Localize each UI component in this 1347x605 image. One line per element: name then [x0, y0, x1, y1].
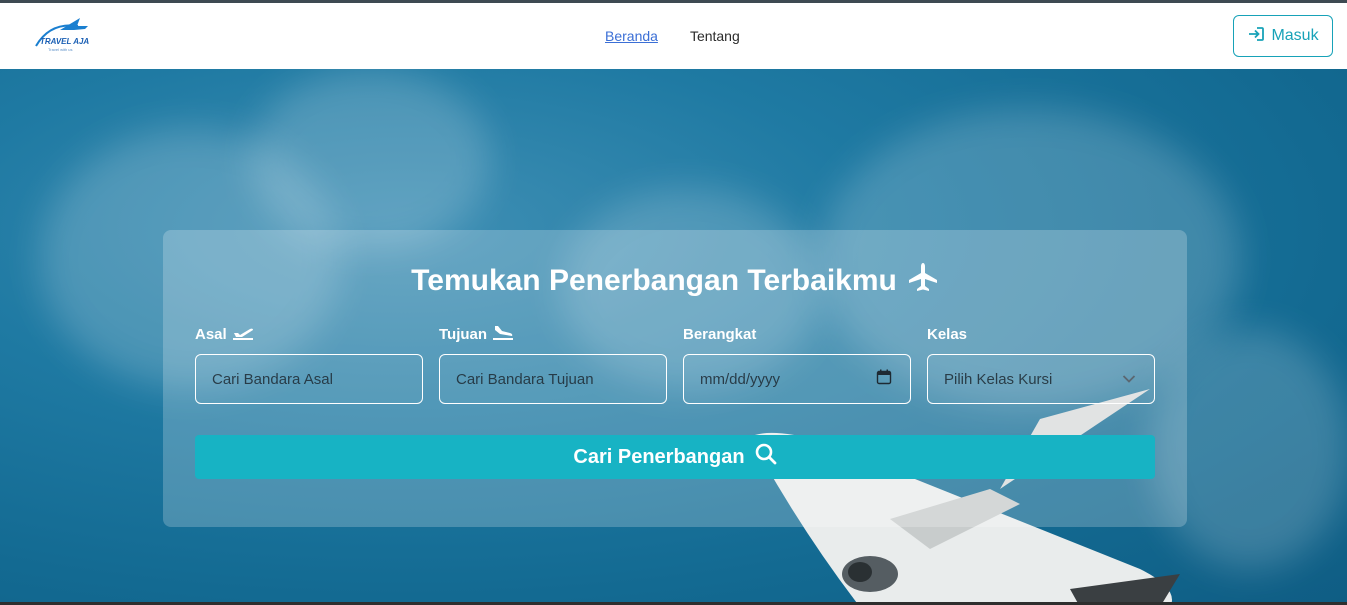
calendar-icon[interactable] — [876, 369, 892, 389]
login-label: Masuk — [1271, 27, 1319, 44]
chevron-down-icon — [1122, 371, 1136, 388]
flight-search-card: Temukan Penerbangan Terbaikmu Asal Cari … — [163, 230, 1187, 527]
brand-name: TRAVEL AJA — [40, 37, 89, 46]
nav-link-beranda[interactable]: Beranda — [605, 28, 658, 44]
origin-field: Asal Cari Bandara Asal — [195, 324, 423, 404]
search-title-text: Temukan Penerbangan Terbaikmu — [411, 264, 897, 297]
search-button-label: Cari Penerbangan — [573, 445, 745, 468]
plane-arrival-icon — [492, 324, 514, 344]
search-icon — [755, 443, 777, 471]
departure-date-input[interactable]: mm/dd/yyyy — [683, 354, 911, 404]
search-title: Temukan Penerbangan Terbaikmu — [163, 262, 1187, 300]
class-select[interactable]: Pilih Kelas Kursi — [927, 354, 1155, 404]
hero-section: Temukan Penerbangan Terbaikmu Asal Cari … — [0, 69, 1347, 602]
departure-label: Berangkat — [683, 325, 757, 343]
origin-label: Asal — [195, 324, 423, 344]
destination-input[interactable]: Cari Bandara Tujuan — [439, 354, 667, 404]
class-field: Kelas Pilih Kelas Kursi — [927, 324, 1155, 404]
destination-field: Tujuan Cari Bandara Tujuan — [439, 324, 667, 404]
plane-icon — [907, 262, 939, 300]
brand-tagline: Travel with us — [48, 47, 73, 52]
search-flights-button[interactable]: Cari Penerbangan — [195, 435, 1155, 479]
cloud-bg — [250, 69, 490, 249]
navbar: TRAVEL AJA Travel with us Beranda Tentan… — [0, 3, 1347, 69]
plane-departure-icon — [232, 324, 254, 344]
brand-logo[interactable]: TRAVEL AJA Travel with us — [30, 16, 92, 56]
destination-label: Tujuan — [439, 324, 667, 344]
departure-field: Berangkat mm/dd/yyyy — [683, 324, 911, 404]
sign-in-icon — [1247, 26, 1265, 47]
login-button[interactable]: Masuk — [1233, 15, 1333, 57]
logo-graphic: TRAVEL AJA Travel with us — [35, 18, 89, 52]
class-label: Kelas — [927, 325, 968, 343]
nav-links: Beranda Tentang — [605, 3, 740, 69]
nav-link-tentang[interactable]: Tentang — [690, 28, 740, 44]
origin-input[interactable]: Cari Bandara Asal — [195, 354, 423, 404]
